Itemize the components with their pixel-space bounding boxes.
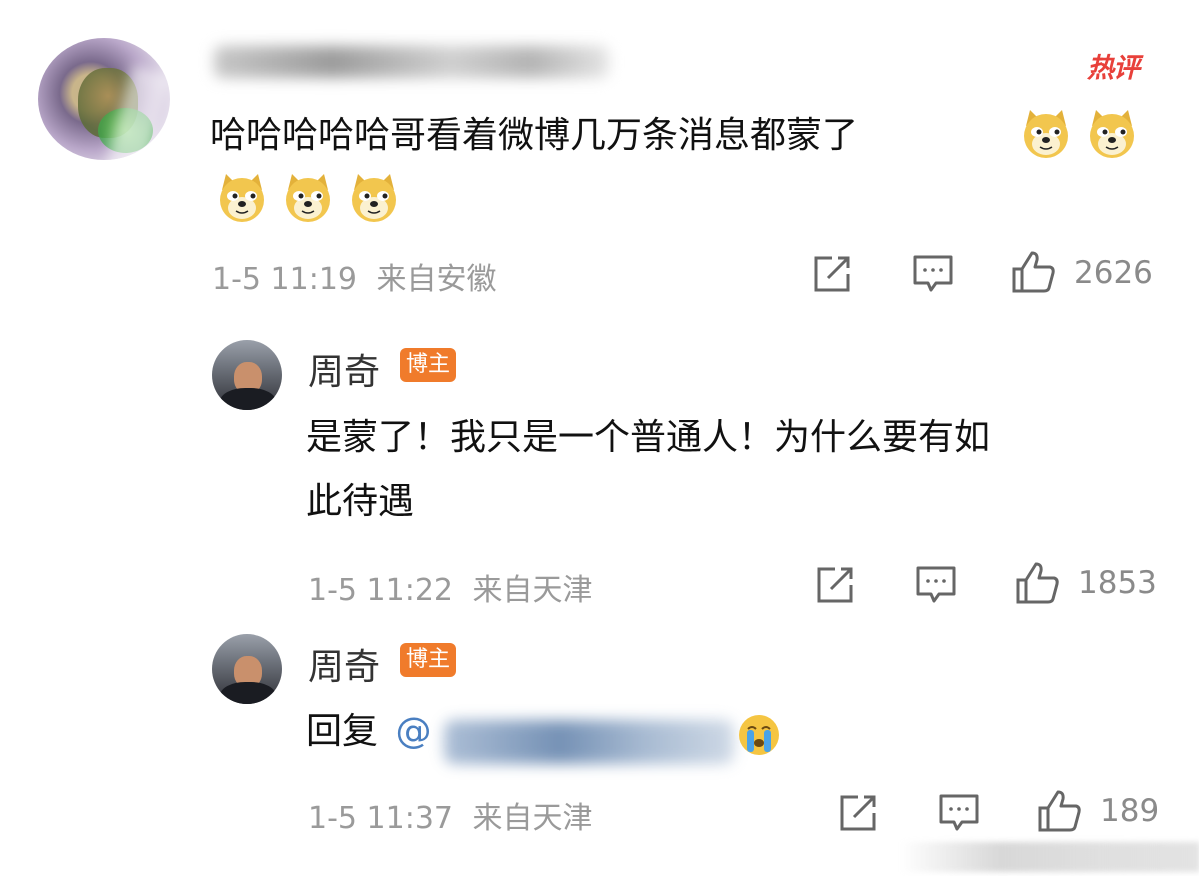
comment-icon[interactable]	[938, 793, 980, 833]
comment-meta: 1-5 11:37 来自天津	[308, 793, 593, 837]
author-name[interactable]: 周奇	[308, 343, 380, 395]
blurred-mention[interactable]	[444, 720, 734, 764]
mention-link[interactable]: @	[395, 711, 431, 752]
comment-location: 来自安徽	[376, 262, 497, 297]
comment-time: 1-5 11:37	[308, 801, 453, 836]
blurred-username[interactable]	[214, 46, 609, 78]
blogger-badge: 博主	[400, 348, 457, 382]
crying-emoji-icon	[739, 715, 779, 755]
comment-time: 1-5 11:19	[212, 262, 357, 297]
watermark	[900, 842, 1199, 872]
share-icon[interactable]	[815, 565, 855, 605]
author-name[interactable]: 周奇	[308, 638, 380, 690]
like-count: 1853	[1078, 565, 1157, 601]
like-icon[interactable]	[1010, 250, 1056, 294]
blogger-avatar[interactable]	[212, 340, 282, 410]
share-icon[interactable]	[812, 254, 852, 294]
comment-meta: 1-5 11:19 来自安徽	[212, 254, 497, 298]
reply-prefix: 回复	[306, 711, 379, 752]
comment-location: 来自天津	[472, 573, 593, 608]
like-count: 2626	[1074, 255, 1153, 291]
blogger-badge: 博主	[400, 643, 457, 677]
blogger-avatar[interactable]	[212, 634, 282, 704]
hot-comment-tag: 热评	[1087, 53, 1140, 84]
reply-text-line: 此待遇	[306, 481, 415, 522]
doge-emoji-icon	[286, 174, 330, 222]
reply-text: 是蒙了！我只是一个普通人！为什么要有如 此待遇	[306, 406, 990, 534]
like-icon[interactable]	[1014, 561, 1060, 605]
comment-time: 1-5 11:22	[308, 573, 453, 608]
comment-icon[interactable]	[915, 565, 957, 605]
doge-emoji-icon	[1090, 110, 1134, 158]
like-icon[interactable]	[1036, 789, 1082, 833]
reply-text: 回复 @	[306, 700, 431, 764]
comment-icon[interactable]	[912, 254, 954, 294]
doge-emoji-icon	[220, 174, 264, 222]
commenter-avatar[interactable]	[38, 38, 170, 160]
doge-emoji-icon	[1024, 110, 1068, 158]
like-count: 189	[1100, 793, 1160, 829]
comment-text: 哈哈哈哈哈哥看着微博几万条消息都蒙了	[210, 104, 858, 168]
doge-emoji-icon	[352, 174, 396, 222]
comment-text-line: 哈哈哈哈哈哥看着微博几万条消息都蒙了	[210, 115, 859, 156]
reply-text-line: 是蒙了！我只是一个普通人！为什么要有如	[306, 417, 991, 458]
comment-meta: 1-5 11:22 来自天津	[308, 565, 593, 609]
comment-location: 来自天津	[472, 801, 593, 836]
share-icon[interactable]	[838, 793, 878, 833]
